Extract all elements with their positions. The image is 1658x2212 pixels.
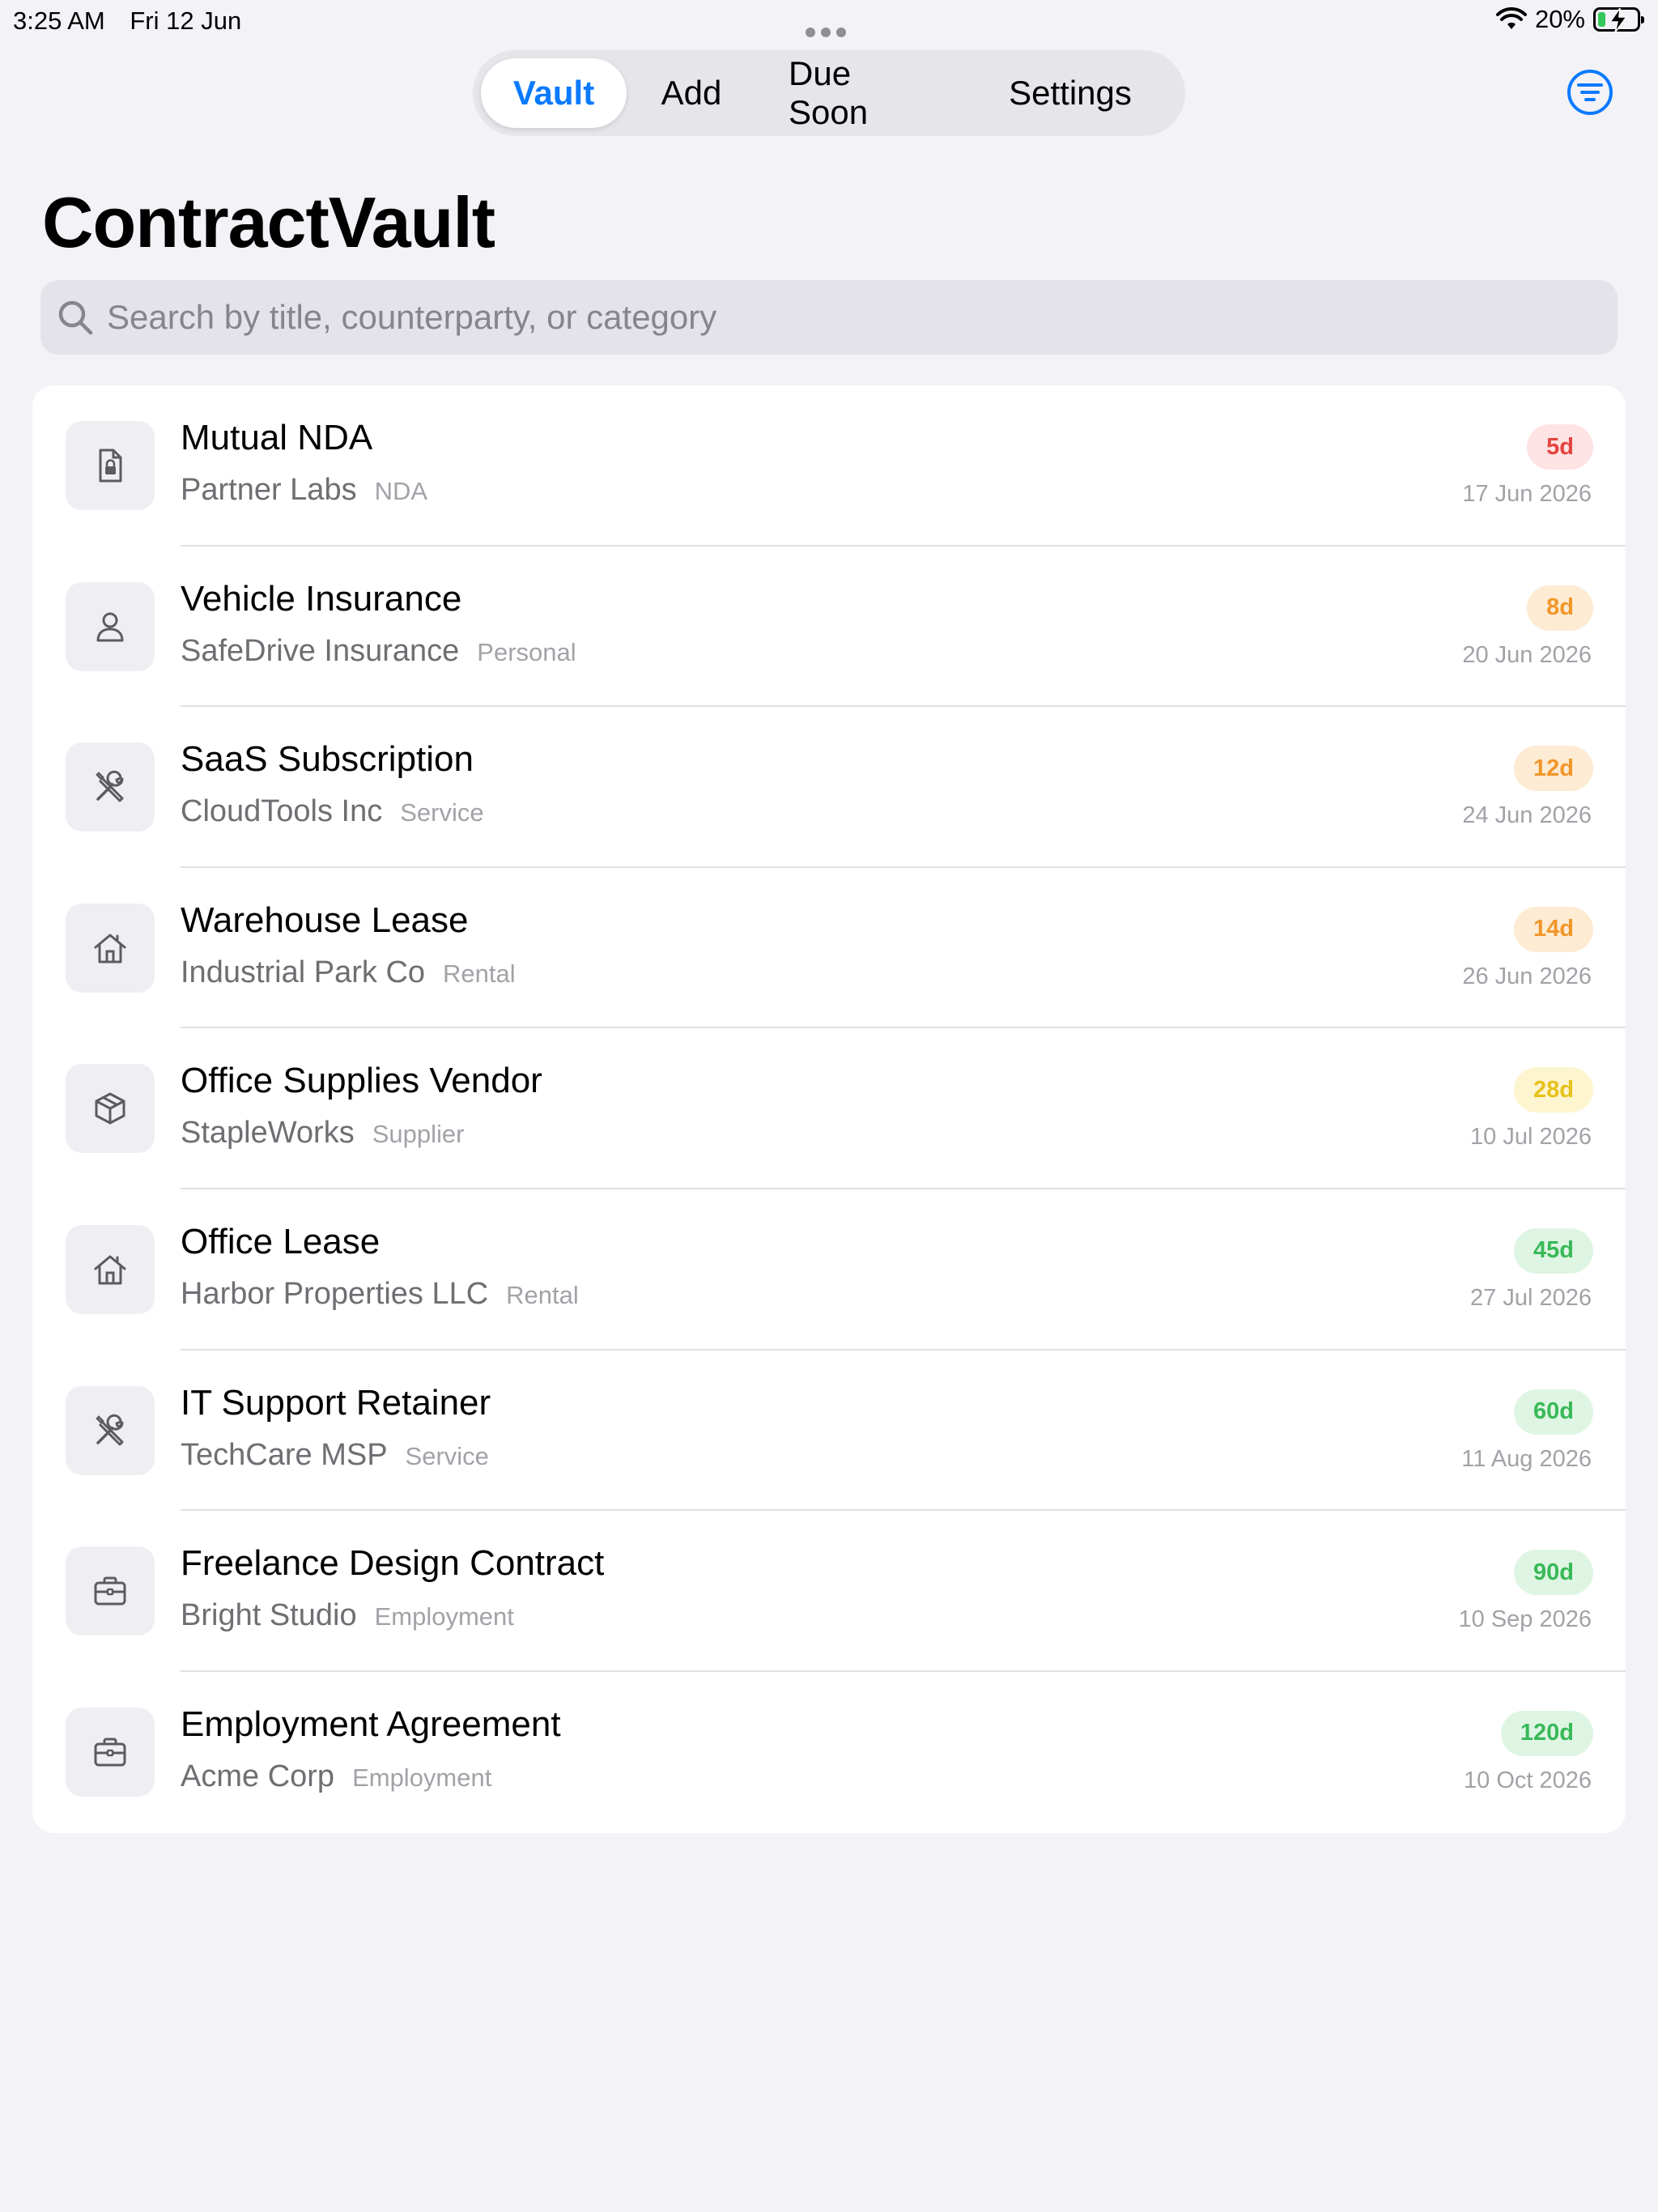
due-date: 27 Jul 2026 bbox=[1470, 1284, 1592, 1311]
category: NDA bbox=[374, 477, 428, 505]
days-remaining-badge: 120d bbox=[1500, 1710, 1593, 1756]
page-title: ContractVault bbox=[42, 182, 495, 262]
counterparty: Partner Labs bbox=[181, 473, 357, 507]
counterparty: SafeDrive Insurance bbox=[181, 633, 460, 668]
briefcase-icon bbox=[66, 1707, 155, 1797]
status-left: 3:25 AM Fri 12 Jun bbox=[13, 6, 259, 36]
tab-add[interactable]: Add bbox=[627, 58, 756, 128]
days-remaining-badge: 12d bbox=[1514, 746, 1593, 792]
days-remaining-badge: 60d bbox=[1514, 1389, 1593, 1435]
due-date: 10 Oct 2026 bbox=[1464, 1767, 1592, 1793]
status-date: Fri 12 Jun bbox=[130, 6, 242, 35]
contract-subtitle: Partner Labs NDA bbox=[181, 473, 427, 508]
search-icon bbox=[58, 300, 93, 335]
contract-subtitle: TechCare MSP Service bbox=[181, 1438, 489, 1473]
contract-subtitle: Industrial Park Co Rental bbox=[181, 955, 516, 990]
contract-subtitle: Harbor Properties LLC Rental bbox=[181, 1277, 579, 1312]
status-time: 3:25 AM bbox=[13, 6, 105, 35]
list-item[interactable]: Vehicle Insurance SafeDrive Insurance Pers… bbox=[32, 547, 1626, 708]
contract-title: Employment Agreement bbox=[181, 1704, 561, 1744]
contract-list: Mutual NDA Partner Labs NDA 5d 17 Jun 2026 Ve… bbox=[32, 385, 1626, 1833]
contract-title: IT Support Retainer bbox=[181, 1382, 491, 1423]
category: Rental bbox=[506, 1280, 579, 1309]
days-remaining-badge: 45d bbox=[1514, 1227, 1593, 1274]
due-date: 24 Jun 2026 bbox=[1462, 802, 1592, 829]
days-remaining-badge: 8d bbox=[1527, 585, 1593, 631]
counterparty: StapleWorks bbox=[181, 1116, 355, 1151]
search-bar[interactable] bbox=[40, 280, 1618, 355]
multitasking-dots-icon[interactable] bbox=[806, 15, 852, 37]
status-bar: 3:25 AM Fri 12 Jun 20% bbox=[0, 0, 1658, 42]
tools-icon bbox=[66, 1385, 155, 1475]
due-date: 11 Aug 2026 bbox=[1461, 1445, 1592, 1472]
days-remaining-badge: 28d bbox=[1514, 1067, 1593, 1113]
battery-fill bbox=[1598, 12, 1605, 27]
category: Rental bbox=[443, 959, 516, 988]
status-right: 20% bbox=[1495, 5, 1644, 34]
contract-subtitle: StapleWorks Supplier bbox=[181, 1116, 464, 1151]
counterparty: Harbor Properties LLC bbox=[181, 1276, 489, 1311]
contract-title: SaaS Subscription bbox=[181, 739, 474, 780]
contract-title: Warehouse Lease bbox=[181, 900, 469, 940]
counterparty: Acme Corp bbox=[181, 1759, 335, 1793]
category: Personal bbox=[477, 637, 576, 666]
contract-title: Freelance Design Contract bbox=[181, 1543, 605, 1584]
category: Service bbox=[400, 798, 484, 827]
battery-percent: 20% bbox=[1534, 5, 1585, 33]
contract-title: Office Lease bbox=[181, 1221, 380, 1261]
counterparty: Bright Studio bbox=[181, 1598, 357, 1633]
list-item[interactable]: Mutual NDA Partner Labs NDA 5d 17 Jun 2026 bbox=[32, 385, 1626, 547]
tab-vault[interactable]: Vault bbox=[481, 58, 627, 128]
person-icon bbox=[66, 581, 155, 671]
counterparty: CloudTools Inc bbox=[181, 794, 383, 829]
doc-lock-icon bbox=[66, 421, 155, 510]
counterparty: Industrial Park Co bbox=[181, 955, 426, 989]
counterparty: TechCare MSP bbox=[181, 1437, 388, 1472]
list-item[interactable]: SaaS Subscription CloudTools Inc Service 12… bbox=[32, 707, 1626, 868]
contract-subtitle: SafeDrive Insurance Personal bbox=[181, 634, 576, 669]
category: Employment bbox=[352, 1763, 492, 1792]
contract-title: Office Supplies Vendor bbox=[181, 1061, 542, 1101]
wifi-icon bbox=[1495, 7, 1527, 29]
list-item[interactable]: Freelance Design Contract Bright Studio Em… bbox=[32, 1511, 1626, 1672]
category: Supplier bbox=[372, 1120, 465, 1149]
due-date: 10 Jul 2026 bbox=[1470, 1124, 1592, 1151]
days-remaining-badge: 90d bbox=[1514, 1550, 1593, 1596]
list-item[interactable]: Warehouse Lease Industrial Park Co Rental 1… bbox=[32, 868, 1626, 1029]
contract-subtitle: CloudTools Inc Service bbox=[181, 794, 484, 829]
charging-bolt-icon bbox=[1609, 8, 1628, 32]
contract-subtitle: Bright Studio Employment bbox=[181, 1598, 514, 1633]
battery-icon bbox=[1593, 7, 1644, 32]
contract-title: Vehicle Insurance bbox=[181, 578, 462, 619]
filter-circle-icon[interactable] bbox=[1566, 68, 1614, 117]
list-item[interactable]: Office Lease Harbor Properties LLC Rental 4… bbox=[32, 1189, 1626, 1351]
contract-subtitle: Acme Corp Employment bbox=[181, 1759, 491, 1794]
days-remaining-badge: 5d bbox=[1527, 424, 1593, 470]
list-item[interactable]: Employment Agreement Acme Corp Employment 1… bbox=[32, 1672, 1626, 1833]
list-item[interactable]: Office Supplies Vendor StapleWorks Supplie… bbox=[32, 1028, 1626, 1189]
tab-due-soon[interactable]: Due Soon bbox=[756, 54, 965, 131]
due-date: 26 Jun 2026 bbox=[1462, 963, 1592, 989]
tab-bar: Vault Add Due Soon Settings bbox=[473, 50, 1185, 136]
tools-icon bbox=[66, 742, 155, 832]
category: Employment bbox=[374, 1602, 514, 1631]
due-date: 10 Sep 2026 bbox=[1458, 1606, 1592, 1633]
briefcase-icon bbox=[66, 1546, 155, 1636]
search-input[interactable] bbox=[107, 298, 1564, 337]
box-icon bbox=[66, 1064, 155, 1154]
tab-settings[interactable]: Settings bbox=[965, 58, 1175, 128]
house-icon bbox=[66, 903, 155, 993]
category: Service bbox=[405, 1441, 489, 1470]
contract-title: Mutual NDA bbox=[181, 418, 373, 457]
due-date: 17 Jun 2026 bbox=[1462, 481, 1592, 507]
due-date: 20 Jun 2026 bbox=[1462, 641, 1592, 668]
list-item[interactable]: IT Support Retainer TechCare MSP Service 60… bbox=[32, 1351, 1626, 1512]
days-remaining-badge: 14d bbox=[1514, 906, 1593, 952]
house-icon bbox=[66, 1224, 155, 1314]
